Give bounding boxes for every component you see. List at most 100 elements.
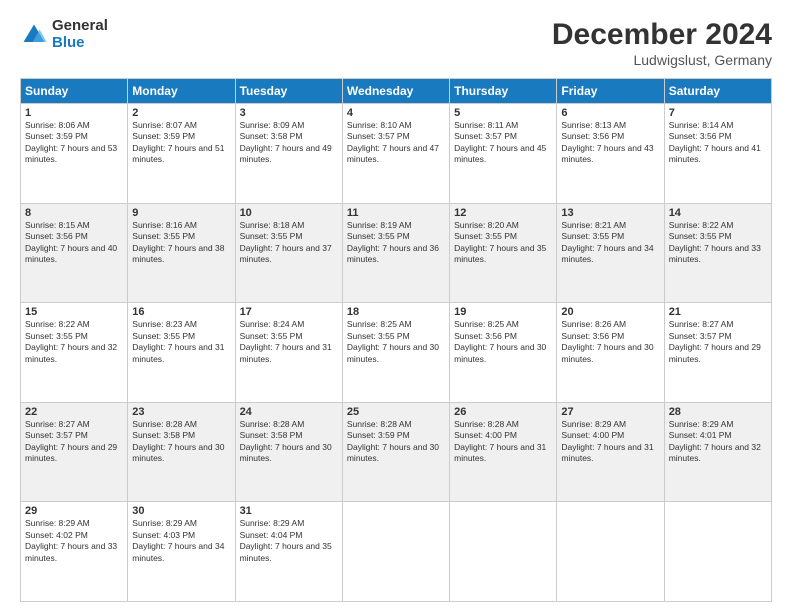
day-info: Sunrise: 8:10 AMSunset: 3:57 PMDaylight:… [347, 120, 445, 166]
weekday-header-row: Sunday Monday Tuesday Wednesday Thursday… [21, 79, 772, 104]
month-title: December 2024 [552, 18, 772, 52]
day-number: 21 [669, 306, 767, 318]
calendar-cell: 15Sunrise: 8:22 AMSunset: 3:55 PMDayligh… [21, 303, 128, 403]
day-number: 4 [347, 107, 445, 119]
day-info: Sunrise: 8:25 AMSunset: 3:56 PMDaylight:… [454, 319, 552, 365]
day-info: Sunrise: 8:24 AMSunset: 3:55 PMDaylight:… [240, 319, 338, 365]
header-saturday: Saturday [664, 79, 771, 104]
day-number: 2 [132, 107, 230, 119]
calendar-cell: 3Sunrise: 8:09 AMSunset: 3:58 PMDaylight… [235, 104, 342, 204]
calendar-cell [557, 502, 664, 602]
calendar-cell: 22Sunrise: 8:27 AMSunset: 3:57 PMDayligh… [21, 402, 128, 502]
day-info: Sunrise: 8:29 AMSunset: 4:04 PMDaylight:… [240, 518, 338, 564]
calendar-cell: 25Sunrise: 8:28 AMSunset: 3:59 PMDayligh… [342, 402, 449, 502]
day-info: Sunrise: 8:18 AMSunset: 3:55 PMDaylight:… [240, 220, 338, 266]
logo-blue-text: Blue [52, 35, 108, 52]
day-number: 25 [347, 406, 445, 418]
day-info: Sunrise: 8:27 AMSunset: 3:57 PMDaylight:… [25, 419, 123, 465]
calendar-cell: 24Sunrise: 8:28 AMSunset: 3:58 PMDayligh… [235, 402, 342, 502]
day-number: 12 [454, 207, 552, 219]
header-friday: Friday [557, 79, 664, 104]
day-info: Sunrise: 8:11 AMSunset: 3:57 PMDaylight:… [454, 120, 552, 166]
day-number: 7 [669, 107, 767, 119]
day-number: 23 [132, 406, 230, 418]
day-number: 16 [132, 306, 230, 318]
calendar-cell: 30Sunrise: 8:29 AMSunset: 4:03 PMDayligh… [128, 502, 235, 602]
day-number: 17 [240, 306, 338, 318]
calendar-week-row: 15Sunrise: 8:22 AMSunset: 3:55 PMDayligh… [21, 303, 772, 403]
calendar-cell: 5Sunrise: 8:11 AMSunset: 3:57 PMDaylight… [450, 104, 557, 204]
day-number: 18 [347, 306, 445, 318]
day-info: Sunrise: 8:23 AMSunset: 3:55 PMDaylight:… [132, 319, 230, 365]
day-info: Sunrise: 8:09 AMSunset: 3:58 PMDaylight:… [240, 120, 338, 166]
title-section: December 2024 Ludwigslust, Germany [552, 18, 772, 68]
day-info: Sunrise: 8:15 AMSunset: 3:56 PMDaylight:… [25, 220, 123, 266]
day-number: 13 [561, 207, 659, 219]
day-number: 3 [240, 107, 338, 119]
day-number: 26 [454, 406, 552, 418]
calendar-cell: 18Sunrise: 8:25 AMSunset: 3:55 PMDayligh… [342, 303, 449, 403]
location: Ludwigslust, Germany [552, 52, 772, 68]
calendar-week-row: 22Sunrise: 8:27 AMSunset: 3:57 PMDayligh… [21, 402, 772, 502]
day-info: Sunrise: 8:29 AMSunset: 4:02 PMDaylight:… [25, 518, 123, 564]
day-info: Sunrise: 8:28 AMSunset: 3:58 PMDaylight:… [240, 419, 338, 465]
header-thursday: Thursday [450, 79, 557, 104]
day-info: Sunrise: 8:29 AMSunset: 4:00 PMDaylight:… [561, 419, 659, 465]
header-monday: Monday [128, 79, 235, 104]
calendar-page: General Blue December 2024 Ludwigslust, … [0, 0, 792, 612]
logo-icon [20, 21, 48, 49]
day-number: 8 [25, 207, 123, 219]
day-number: 20 [561, 306, 659, 318]
day-info: Sunrise: 8:13 AMSunset: 3:56 PMDaylight:… [561, 120, 659, 166]
calendar-cell: 20Sunrise: 8:26 AMSunset: 3:56 PMDayligh… [557, 303, 664, 403]
calendar-cell: 2Sunrise: 8:07 AMSunset: 3:59 PMDaylight… [128, 104, 235, 204]
day-info: Sunrise: 8:21 AMSunset: 3:55 PMDaylight:… [561, 220, 659, 266]
day-info: Sunrise: 8:22 AMSunset: 3:55 PMDaylight:… [669, 220, 767, 266]
calendar-cell: 8Sunrise: 8:15 AMSunset: 3:56 PMDaylight… [21, 203, 128, 303]
header: General Blue December 2024 Ludwigslust, … [20, 18, 772, 68]
day-number: 28 [669, 406, 767, 418]
day-number: 27 [561, 406, 659, 418]
day-info: Sunrise: 8:27 AMSunset: 3:57 PMDaylight:… [669, 319, 767, 365]
day-number: 19 [454, 306, 552, 318]
calendar-week-row: 1Sunrise: 8:06 AMSunset: 3:59 PMDaylight… [21, 104, 772, 204]
day-info: Sunrise: 8:19 AMSunset: 3:55 PMDaylight:… [347, 220, 445, 266]
logo-text: General Blue [52, 18, 108, 51]
calendar-cell [664, 502, 771, 602]
day-number: 9 [132, 207, 230, 219]
calendar-cell: 6Sunrise: 8:13 AMSunset: 3:56 PMDaylight… [557, 104, 664, 204]
day-info: Sunrise: 8:29 AMSunset: 4:03 PMDaylight:… [132, 518, 230, 564]
calendar-cell [342, 502, 449, 602]
day-number: 22 [25, 406, 123, 418]
logo: General Blue [20, 18, 108, 51]
day-info: Sunrise: 8:28 AMSunset: 3:59 PMDaylight:… [347, 419, 445, 465]
day-number: 5 [454, 107, 552, 119]
calendar-cell: 26Sunrise: 8:28 AMSunset: 4:00 PMDayligh… [450, 402, 557, 502]
calendar-cell: 11Sunrise: 8:19 AMSunset: 3:55 PMDayligh… [342, 203, 449, 303]
day-number: 29 [25, 505, 123, 517]
day-info: Sunrise: 8:06 AMSunset: 3:59 PMDaylight:… [25, 120, 123, 166]
calendar-cell: 1Sunrise: 8:06 AMSunset: 3:59 PMDaylight… [21, 104, 128, 204]
day-number: 15 [25, 306, 123, 318]
day-number: 30 [132, 505, 230, 517]
day-number: 1 [25, 107, 123, 119]
calendar-cell: 9Sunrise: 8:16 AMSunset: 3:55 PMDaylight… [128, 203, 235, 303]
calendar-cell: 21Sunrise: 8:27 AMSunset: 3:57 PMDayligh… [664, 303, 771, 403]
day-number: 31 [240, 505, 338, 517]
logo-general-text: General [52, 18, 108, 35]
calendar-cell: 29Sunrise: 8:29 AMSunset: 4:02 PMDayligh… [21, 502, 128, 602]
day-info: Sunrise: 8:07 AMSunset: 3:59 PMDaylight:… [132, 120, 230, 166]
calendar-cell: 13Sunrise: 8:21 AMSunset: 3:55 PMDayligh… [557, 203, 664, 303]
day-info: Sunrise: 8:25 AMSunset: 3:55 PMDaylight:… [347, 319, 445, 365]
day-number: 10 [240, 207, 338, 219]
day-info: Sunrise: 8:22 AMSunset: 3:55 PMDaylight:… [25, 319, 123, 365]
calendar-cell: 19Sunrise: 8:25 AMSunset: 3:56 PMDayligh… [450, 303, 557, 403]
calendar-table: Sunday Monday Tuesday Wednesday Thursday… [20, 78, 772, 602]
day-number: 11 [347, 207, 445, 219]
header-tuesday: Tuesday [235, 79, 342, 104]
day-info: Sunrise: 8:14 AMSunset: 3:56 PMDaylight:… [669, 120, 767, 166]
day-info: Sunrise: 8:28 AMSunset: 3:58 PMDaylight:… [132, 419, 230, 465]
calendar-cell: 4Sunrise: 8:10 AMSunset: 3:57 PMDaylight… [342, 104, 449, 204]
calendar-cell: 17Sunrise: 8:24 AMSunset: 3:55 PMDayligh… [235, 303, 342, 403]
calendar-cell: 23Sunrise: 8:28 AMSunset: 3:58 PMDayligh… [128, 402, 235, 502]
